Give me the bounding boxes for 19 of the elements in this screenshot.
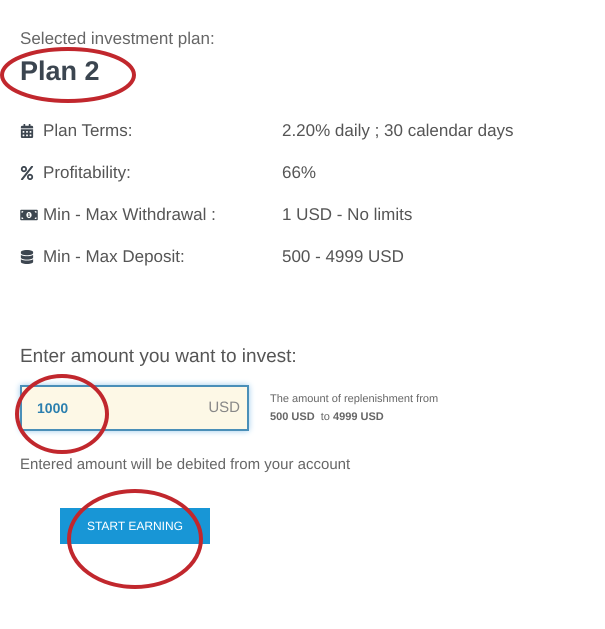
detail-value: 2.20% daily ; 30 calendar days [282,120,514,142]
database-icon [20,250,34,264]
detail-label: Min - Max Deposit: [43,246,186,268]
detail-label: Profitability: [43,162,132,184]
plan-caption: Selected investment plan: [20,28,215,50]
detail-label: Min - Max Withdrawal : [43,204,217,226]
currency-label: USD [208,398,240,418]
plan-name: Plan 2 [20,56,100,86]
detail-value: 500 - 4999 USD [282,246,404,268]
percent-icon [20,166,34,180]
detail-value: 66% [282,162,316,184]
calendar-icon [20,124,34,138]
amount-hint: The amount of replenishment from 500 USD to 4999 USD [270,392,438,425]
amount-label: Enter amount you want to invest: [20,345,297,369]
detail-label: Plan Terms: [43,120,134,142]
detail-value: 1 USD - No limits [282,204,412,226]
debit-note: Entered amount will be debited from your account [20,455,350,475]
start-earning-button[interactable]: START EARNING [60,508,210,544]
banknote-icon [20,208,38,222]
